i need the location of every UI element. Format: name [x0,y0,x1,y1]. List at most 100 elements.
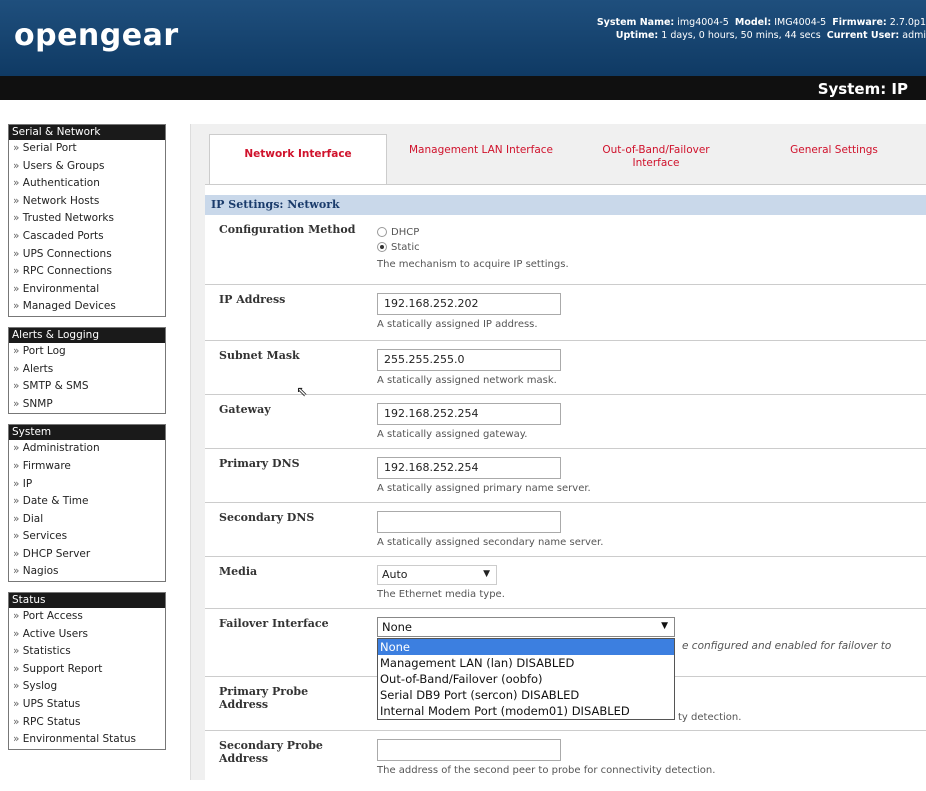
row-secondary-dns: Secondary DNS A statically assigned seco… [205,503,926,557]
row-primary-dns: Primary DNS 192.168.252.254 A statically… [205,449,926,503]
sidebar-item-statistics[interactable]: Statistics [9,643,165,661]
sidebar-item-services[interactable]: Services [9,528,165,546]
sidebar-item-environmental[interactable]: Environmental [9,281,165,299]
sidebar-item-snmp[interactable]: SNMP [9,396,165,414]
ip-address-input[interactable]: 192.168.252.202 [377,293,561,315]
primary-dns-field: 192.168.252.254 A statically assigned pr… [377,457,591,494]
sidebar-item-date-time[interactable]: Date & Time [9,493,165,511]
sidebar-item-support-report[interactable]: Support Report [9,661,165,679]
sidebar-item-network-hosts[interactable]: Network Hosts [9,193,165,211]
dropdown-option-serial-db9[interactable]: Serial DB9 Port (sercon) DISABLED [378,687,674,703]
opengear-logo: opengear [14,18,179,53]
primary-probe-help: ty detection. [678,712,742,723]
media-field: Auto ▼ The Ethernet media type. [377,565,505,600]
dropdown-option-out-of-band-failover[interactable]: Out-of-Band/Failover (oobfo) [378,671,674,687]
sidebar-item-ip[interactable]: IP [9,476,165,494]
config-method-help: The mechanism to acquire IP settings. [377,259,569,270]
dropdown-option-management-lan[interactable]: Management LAN (lan) DISABLED [378,655,674,671]
nav-section-alerts-logging: Alerts & Logging Port Log Alerts SMTP & … [8,326,166,415]
current-user-label: Current User: [826,30,900,41]
tab-management-lan-interface[interactable]: Management LAN Interface [393,134,569,184]
title-bar: System: IP [0,76,926,104]
sidebar-item-active-users[interactable]: Active Users [9,626,165,644]
row-ip-address: IP Address 192.168.252.202 A statically … [205,285,926,341]
model-label: Model: [734,17,772,28]
sidebar-item-users-groups[interactable]: Users & Groups [9,158,165,176]
sidebar-item-dial[interactable]: Dial [9,511,165,529]
radio-dhcp[interactable]: DHCP [377,225,569,240]
failover-select-value: None [382,620,413,634]
radio-static-button[interactable] [377,242,387,252]
radio-dhcp-button[interactable] [377,227,387,237]
sidebar-item-firmware[interactable]: Firmware [9,458,165,476]
tab-network-interface[interactable]: Network Interface [209,134,387,184]
row-subnet-mask: Subnet Mask 255.255.255.0 A statically a… [205,341,926,395]
sidebar-item-serial-port[interactable]: Serial Port [9,140,165,158]
row-media: Media Auto ▼ The Ethernet media type. [205,557,926,609]
failover-interface-field: None ▼ [377,617,675,637]
config-method-label: Configuration Method [219,223,356,236]
nav-section-system: System Administration Firmware IP Date &… [8,424,166,583]
secondary-probe-input[interactable] [377,739,561,761]
media-label: Media [219,565,258,578]
failover-interface-select[interactable]: None ▼ [377,617,675,637]
firmware-value: 2.7.0p1 [889,17,926,28]
system-name-label: System Name: [596,17,675,28]
subnet-mask-field: 255.255.255.0 A statically assigned netw… [377,349,561,386]
secondary-dns-label: Secondary DNS [219,511,315,524]
tab-out-of-band-failover-interface[interactable]: Out-of-Band/Failover Interface [581,134,731,184]
tab-general-settings[interactable]: General Settings [749,134,919,184]
subnet-mask-label: Subnet Mask [219,349,300,362]
system-info: System Name: img4004-5 Model: IMG4004-5 … [506,16,926,42]
row-gateway: Gateway 192.168.252.254 A statically ass… [205,395,926,449]
secondary-dns-input[interactable] [377,511,561,533]
subnet-mask-input[interactable]: 255.255.255.0 [377,349,561,371]
sidebar-item-ups-status[interactable]: UPS Status [9,696,165,714]
nav-section-status: Status Port Access Active Users Statisti… [8,592,166,750]
primary-dns-help: A statically assigned primary name serve… [377,483,591,494]
nav-section-title: Alerts & Logging [9,327,165,343]
sidebar-item-trusted-networks[interactable]: Trusted Networks [9,210,165,228]
radio-static[interactable]: Static [377,240,569,255]
nav-section-serial-network: Serial & Network Serial Port Users & Gro… [8,124,166,317]
header-banner: opengear System Name: img4004-5 Model: I… [0,0,926,76]
radio-static-label: Static [391,242,420,253]
page-title: System: IP [817,80,908,98]
gateway-help: A statically assigned gateway. [377,429,528,440]
failover-interface-label: Failover Interface [219,617,329,630]
failover-dropdown-list: None Management LAN (lan) DISABLED Out-o… [377,638,675,720]
gateway-input[interactable]: 192.168.252.254 [377,403,561,425]
primary-dns-label: Primary DNS [219,457,300,470]
sidebar-item-alerts[interactable]: Alerts [9,361,165,379]
failover-help: e configured and enabled for failover to [682,640,892,652]
subnet-mask-help: A statically assigned network mask. [377,375,557,386]
dropdown-option-internal-modem[interactable]: Internal Modem Port (modem01) DISABLED [378,703,674,719]
sidebar-item-managed-devices[interactable]: Managed Devices [9,298,165,316]
sidebar-item-port-log[interactable]: Port Log [9,343,165,361]
row-secondary-probe-address: Secondary Probe Address The address of t… [205,731,926,791]
gateway-field: 192.168.252.254 A statically assigned ga… [377,403,561,440]
tab-bar: Network Interface Management LAN Interfa… [209,134,926,184]
sidebar-item-dhcp-server[interactable]: DHCP Server [9,546,165,564]
sidebar-item-syslog[interactable]: Syslog [9,678,165,696]
sidebar-item-cascaded-ports[interactable]: Cascaded Ports [9,228,165,246]
secondary-dns-field: A statically assigned secondary name ser… [377,511,603,548]
mouse-cursor-icon: ⇖ [296,384,308,400]
dropdown-option-none[interactable]: None [378,639,674,655]
sidebar-item-smtp-sms[interactable]: SMTP & SMS [9,378,165,396]
media-select[interactable]: Auto ▼ [377,565,497,585]
primary-dns-input[interactable]: 192.168.252.254 [377,457,561,479]
secondary-probe-help: The address of the second peer to probe … [377,765,716,776]
sidebar-item-rpc-status[interactable]: RPC Status [9,714,165,732]
sidebar-item-environmental-status[interactable]: Environmental Status [9,731,165,749]
sidebar-item-ups-connections[interactable]: UPS Connections [9,246,165,264]
sidebar-item-nagios[interactable]: Nagios [9,563,165,581]
media-select-value: Auto [382,568,408,581]
sidebar-item-rpc-connections[interactable]: RPC Connections [9,263,165,281]
chevron-down-icon: ▼ [483,569,490,579]
sidebar-item-port-access[interactable]: Port Access [9,608,165,626]
sidebar-item-administration[interactable]: Administration [9,440,165,458]
nav-section-title: System [9,425,165,441]
sidebar-item-authentication[interactable]: Authentication [9,175,165,193]
secondary-probe-label: Secondary Probe Address [219,739,323,765]
